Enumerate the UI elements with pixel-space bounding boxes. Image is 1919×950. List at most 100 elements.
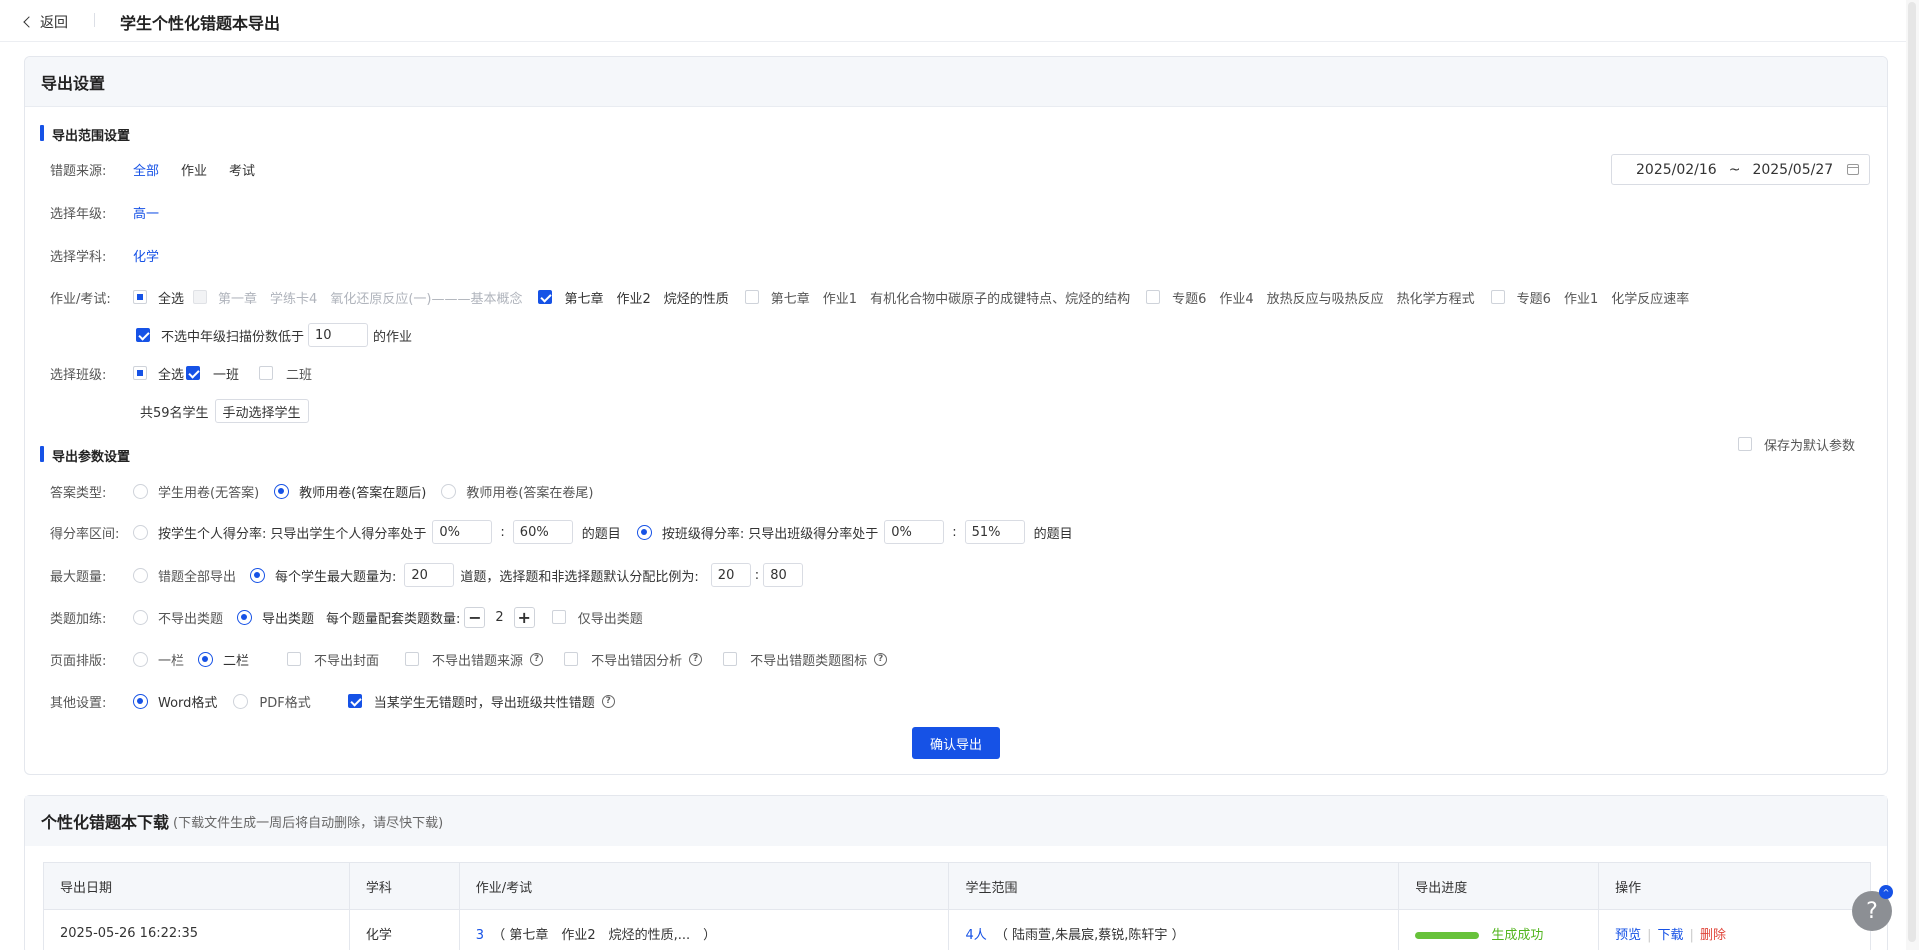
question-icon[interactable]: ? [874,652,888,666]
no-cover-label: 不导出封面 [314,653,380,669]
exclude-low-scan-checkbox[interactable] [136,328,150,342]
personal-max-input[interactable]: 60% [512,520,573,544]
similar-count-value: 2 [495,609,504,625]
confirm-export-button[interactable]: 确认导出 [912,727,1000,759]
question-icon[interactable]: ? [601,694,615,708]
row-progress-cell: 生成成功 [1398,909,1600,950]
personal-min-input[interactable]: 0% [432,520,493,544]
export-common-checkbox[interactable] [347,694,362,708]
downloads-header: 个性化错题本下载 (下载文件生成一周后将自动删除，请尽快下载) [25,796,1887,846]
answer-type-radio-student[interactable] [133,483,148,499]
assignment-5-task: 作业1 [1563,291,1599,307]
personal-score-label: 按学生个人得分率: [158,526,267,542]
only-similar-label: 仅导出类题 [577,611,643,627]
date-start: 2025/02/16 [1636,161,1717,178]
back-button[interactable]: 返回 [23,12,68,32]
max-questions-label: 最大题量: [50,569,107,585]
downloads-table: 导出日期 学科 作业/考试 学生范围 导出进度 操作 2025-05-26 16… [43,862,1871,950]
assignments-label: 作业/考试: [50,291,111,307]
source-row: 错题来源: 全部 作业 考试 [50,158,277,180]
increment-button[interactable]: + [513,606,535,628]
per-student-max-input[interactable]: 20 [404,563,455,587]
layout-radio-one-col[interactable] [133,651,148,667]
save-default-checkbox[interactable] [1738,437,1752,451]
class-min-input[interactable]: 0% [884,520,945,544]
downloads-title: 个性化错题本下载 [41,813,170,832]
no-reason-checkbox[interactable] [564,652,579,666]
score-range-radio-class[interactable] [636,524,652,540]
download-link[interactable]: 下载 [1658,928,1684,943]
similar-radio-no[interactable] [133,609,148,625]
class-score-desc: 只导出班级得分率处于 [748,526,879,542]
assignment-checkbox-2[interactable] [538,290,553,304]
select-all-assignments-checkbox[interactable] [133,290,147,304]
answer-type-teacher-after-label: 教师用卷(答案在题后) [299,485,427,501]
ratio-choice-input[interactable]: 20 [710,563,751,587]
task-count-link[interactable]: 3 [476,928,484,943]
answer-type-radio-teacher-end[interactable] [441,483,457,499]
score-range-radio-personal[interactable] [133,524,148,540]
chevron-up-icon[interactable]: ^ [1879,885,1893,899]
delete-link[interactable]: 删除 [1700,928,1726,943]
score-range-label: 得分率区间: [50,526,120,542]
one-col-label: 一栏 [158,653,185,669]
manual-select-students-button[interactable]: 手动选择学生 [214,399,309,423]
no-type-icon-checkbox[interactable] [723,652,738,666]
col-header-task: 作业/考试 [458,862,950,910]
max-questions-radio-all[interactable] [133,567,148,583]
format-radio-pdf[interactable] [233,693,249,709]
source-option-homework[interactable]: 作业 [181,160,207,179]
grade-label: 选择年级: [50,206,107,222]
student-count-link[interactable]: 4人 [965,928,986,943]
word-label: Word格式 [158,695,218,711]
question-icon[interactable]: ? [530,652,544,666]
grade-row: 选择年级: 高一 [50,201,181,223]
exclude-low-scan-label: 不选中年级扫描份数低于 [161,329,305,345]
preview-link[interactable]: 预览 [1615,928,1641,943]
no-type-icon-label: 不导出错题类题图标 [750,653,868,669]
scan-threshold-input[interactable]: 10 [308,323,369,347]
scrollbar-thumb[interactable] [1908,2,1916,942]
no-cover-checkbox[interactable] [287,652,302,666]
back-label: 返回 [40,15,68,31]
assignment-3-topic: 有机化合物中碳原子的成键特点、烷烃的结构 [870,291,1131,307]
col-header-students: 学生范围 [948,862,1400,910]
decrement-button[interactable]: − [464,606,486,628]
top-bar: 返回 学生个性化错题本导出 [0,0,1919,42]
select-all-classes-checkbox[interactable] [133,366,147,380]
layout-radio-two-col[interactable] [198,651,214,667]
assignment-checkbox-4[interactable] [1146,290,1161,304]
date-range-picker[interactable]: 2025/02/16 ~ 2025/05/27 [1611,154,1870,185]
help-label: ? [1866,898,1878,924]
question-icon[interactable]: ? [689,652,703,666]
assignment-2-chapter: 第七章 [564,291,604,307]
pdf-label: PDF格式 [259,695,311,711]
row-students-cell: 4人 （ 陆雨萱,朱晨宸,蔡锐,陈轩宇 ） [948,909,1400,950]
only-similar-checkbox[interactable] [551,610,566,624]
class-range-colon: : [952,524,957,540]
max-questions-radio-per-student[interactable] [250,567,266,583]
layout-row: 页面排版: 一栏 二栏 不导出封面 不导出错题来源 ? 不导出错因分析 ? 不导… [50,648,888,670]
divider [94,13,95,27]
class-max-input[interactable]: 51% [964,520,1025,544]
personal-score-desc: 只导出学生个人得分率处于 [270,526,427,542]
subject-option[interactable]: 化学 [133,246,159,265]
similar-label: 类题加练: [50,611,107,627]
no-source-checkbox[interactable] [405,652,420,666]
no-source-label: 不导出错题来源 [432,653,524,669]
ratio-nonchoice-input[interactable]: 80 [763,563,804,587]
answer-type-radio-teacher-after[interactable] [274,483,290,499]
grade-option[interactable]: 高一 [133,203,159,222]
source-option-all[interactable]: 全部 [133,160,159,179]
similar-radio-yes[interactable] [237,609,253,625]
assignment-checkbox-3[interactable] [744,290,759,304]
class-2-checkbox[interactable] [259,366,274,380]
class-1-checkbox[interactable] [186,366,201,380]
classes-label: 选择班级: [50,367,107,383]
assignment-3-chapter: 第七章 [770,291,810,307]
assignment-checkbox-5[interactable] [1490,290,1505,304]
source-option-exam[interactable]: 考试 [229,160,255,179]
assignment-checkbox-1[interactable] [193,290,208,304]
format-radio-word[interactable] [133,693,148,709]
similar-yes-label: 导出类题 [262,611,315,627]
